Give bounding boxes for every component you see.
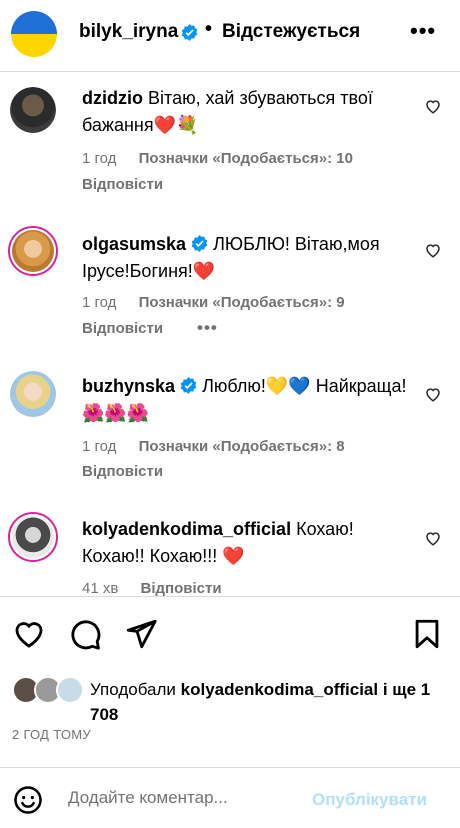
- commenter-username[interactable]: olgasumska: [82, 234, 186, 254]
- commenter-username[interactable]: kolyadenkodima_official: [82, 519, 291, 539]
- following-button[interactable]: Відстежується: [222, 21, 360, 43]
- bookmark-save-icon[interactable]: [410, 617, 444, 651]
- like-comment-heart-icon[interactable]: [424, 529, 442, 547]
- verified-badge-icon: [181, 24, 198, 41]
- comment-time[interactable]: 1 год: [82, 294, 116, 311]
- comment-text: kolyadenkodima_official Кохаю! Кохаю!! К…: [82, 516, 412, 570]
- verified-badge-icon: [180, 377, 197, 394]
- comment-time[interactable]: 1 год: [82, 150, 116, 167]
- comment-meta: 1 год Позначки «Подобається»: 9: [82, 294, 345, 311]
- liked-by-avatars[interactable]: [12, 676, 86, 704]
- comment-text: dzidzio Вітаю, хай збуваються твої бажан…: [82, 85, 412, 139]
- comment-meta: 1 год Позначки «Подобається»: 8: [82, 438, 345, 455]
- more-options-icon[interactable]: •••: [410, 18, 436, 44]
- commenter-username[interactable]: dzidzio: [82, 88, 143, 108]
- publish-button[interactable]: Опублікувати: [312, 790, 427, 810]
- likes-prefix: Уподобали: [90, 680, 176, 699]
- comment-bubble-icon[interactable]: [68, 617, 102, 651]
- comment-time[interactable]: 1 год: [82, 438, 116, 455]
- comment-text: olgasumska ЛЮБЛЮ! Вітаю,моя Ірусе!Богиня…: [82, 231, 412, 285]
- post-header: bilyk_iryna • Відстежується •••: [0, 0, 460, 72]
- comment-likes-count[interactable]: Позначки «Подобається»: 8: [139, 438, 345, 455]
- emoji-smiley-icon[interactable]: [13, 785, 43, 815]
- commenter-avatar[interactable]: [10, 371, 56, 417]
- comment-text: buzhynska Люблю!💛💙 Найкраща!🌺🌺🌺: [82, 373, 412, 427]
- like-heart-icon[interactable]: [12, 617, 46, 651]
- commenter-username[interactable]: buzhynska: [82, 376, 175, 396]
- reply-button[interactable]: Відповісти: [141, 580, 222, 597]
- header-separator: •: [205, 18, 213, 40]
- comment-time[interactable]: 41 хв: [82, 580, 118, 597]
- post-timestamp[interactable]: 2 ГОД ТОМУ: [12, 727, 91, 742]
- commenter-avatar[interactable]: [8, 512, 58, 562]
- like-comment-heart-icon[interactable]: [424, 241, 442, 259]
- author-username[interactable]: bilyk_iryna: [79, 21, 178, 43]
- reply-button[interactable]: Відповісти: [82, 176, 163, 193]
- comment-input[interactable]: [68, 788, 298, 808]
- comment-meta: 41 хв Відповісти: [82, 580, 222, 597]
- like-comment-heart-icon[interactable]: [424, 97, 442, 115]
- reply-button[interactable]: Відповісти: [82, 320, 163, 337]
- author-avatar[interactable]: [11, 11, 57, 57]
- comment-more-options-icon[interactable]: •••: [197, 318, 218, 338]
- like-comment-heart-icon[interactable]: [424, 385, 442, 403]
- comment-likes-count[interactable]: Позначки «Подобається»: 10: [139, 150, 353, 167]
- likes-summary[interactable]: Уподобали kolyadenkodima_official і ще 1…: [90, 677, 440, 727]
- comment-meta: 1 год Позначки «Подобається»: 10: [82, 150, 353, 167]
- verified-badge-icon: [191, 235, 208, 252]
- commenter-avatar[interactable]: [8, 226, 58, 276]
- likes-user[interactable]: kolyadenkodima_official: [181, 680, 378, 699]
- comment-likes-count[interactable]: Позначки «Подобається»: 9: [139, 294, 345, 311]
- reply-button[interactable]: Відповісти: [82, 463, 163, 480]
- share-send-icon[interactable]: [124, 617, 158, 651]
- add-comment-bar: Опублікувати: [0, 767, 460, 828]
- commenter-avatar[interactable]: [10, 87, 56, 133]
